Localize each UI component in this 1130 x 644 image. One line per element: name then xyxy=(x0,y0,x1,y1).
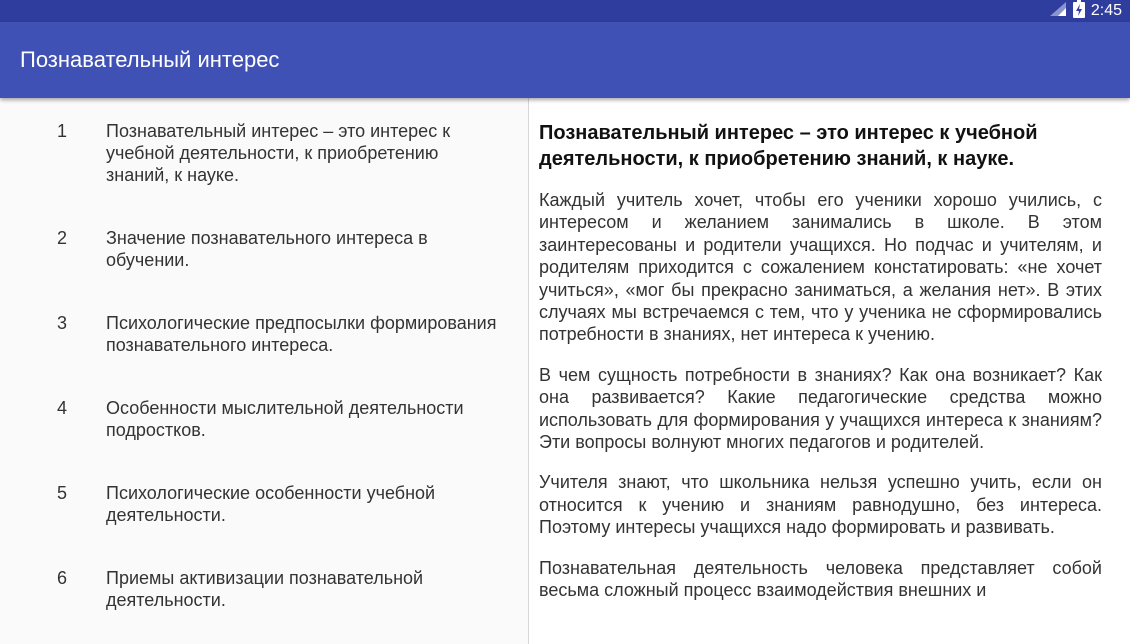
article-heading: Познавательный интерес – это интерес к у… xyxy=(539,122,1038,170)
list-item-number: 3 xyxy=(57,313,68,333)
article-body: Познавательный интерес – это интерес к у… xyxy=(539,120,1102,620)
list-item-number: 4 xyxy=(57,398,68,418)
list-item-label: Познавательный интерес – это интерес к у… xyxy=(106,121,451,185)
signal-icon xyxy=(1049,1,1067,22)
list-item[interactable]: 6 Приемы активизации познавательной деят… xyxy=(0,545,528,630)
list-item[interactable]: 5 Психологические особенности учебной де… xyxy=(0,460,528,545)
battery-charging-icon xyxy=(1072,0,1085,23)
article-content[interactable]: Познавательный интерес – это интерес к у… xyxy=(529,98,1130,644)
list-item[interactable]: 1 Познавательный интерес – это интерес к… xyxy=(0,98,528,185)
list-item-number: 1 xyxy=(57,121,68,141)
list-item-number: 6 xyxy=(57,568,68,588)
list-item-label: Значение познавательного интереса в обуч… xyxy=(106,228,428,270)
list-item[interactable]: 2 Значение познавательного интереса в об… xyxy=(0,205,528,290)
list-item-label: Приемы активизации познавательной деятел… xyxy=(106,568,424,610)
article-paragraph: Познавательная деятельность человека пре… xyxy=(539,557,1102,601)
list-item-label: Психологические особенности учебной деят… xyxy=(106,483,436,525)
list-item-number: 5 xyxy=(57,483,68,503)
list-item[interactable]: 4 Особенности мыслительной деятельности … xyxy=(0,375,528,460)
status-icons: 2:45 xyxy=(1049,0,1122,22)
topic-list: 1 Познавательный интерес – это интерес к… xyxy=(0,98,528,644)
list-item-label: Психологические предпосылки формирования… xyxy=(106,313,497,355)
app-bar: Познавательный интерес xyxy=(0,22,1130,98)
list-item-label: Особенности мыслительной деятельности по… xyxy=(106,398,464,440)
status-bar: 2:45 xyxy=(0,0,1130,22)
page-title: Познавательный интерес xyxy=(20,47,280,72)
article-paragraph: Учителя знают, что школьника нельзя успе… xyxy=(539,472,1102,538)
article-paragraph: Каждый учитель хочет, чтобы его ученики … xyxy=(539,190,1102,345)
list-item[interactable]: 3 Психологические предпосылки формирован… xyxy=(0,290,528,375)
status-time: 2:45 xyxy=(1090,2,1122,19)
list-item-number: 2 xyxy=(57,228,68,248)
article-paragraph: В чем сущность потребности в знаниях? Ка… xyxy=(539,364,1102,453)
